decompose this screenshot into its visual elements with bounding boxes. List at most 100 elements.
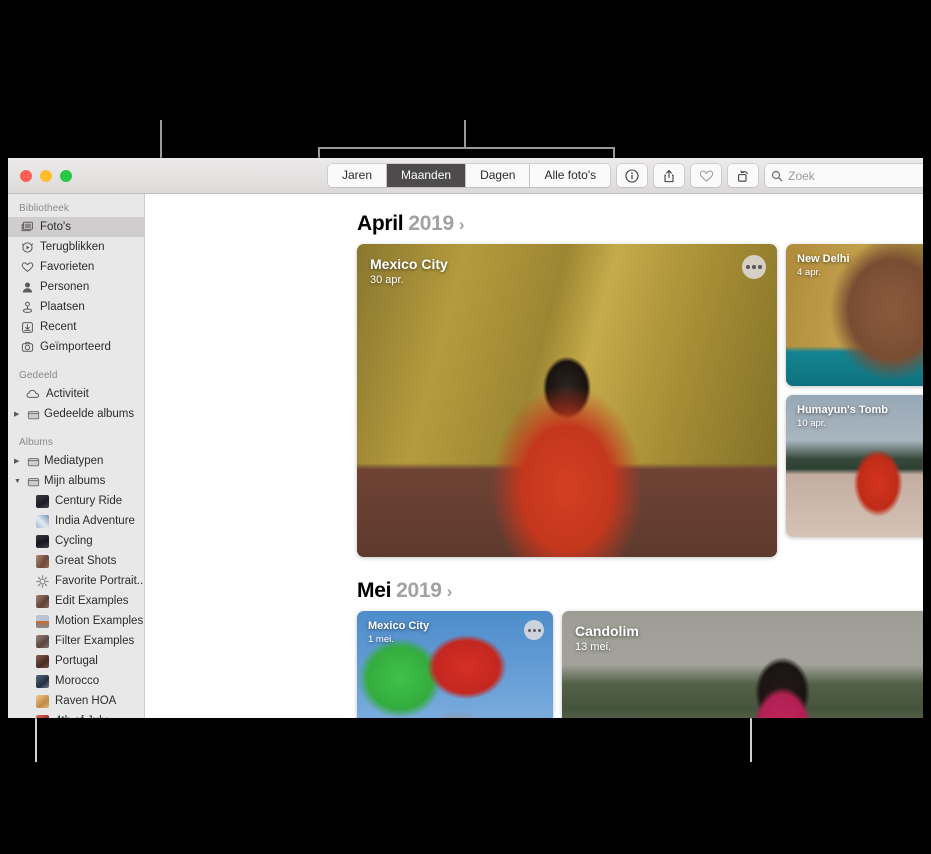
sidebar-item-label: India Adventure: [55, 515, 135, 527]
sidebar-item-plaatsen[interactable]: Plaatsen: [8, 297, 144, 317]
sidebar-item-india-adventure[interactable]: India Adventure: [8, 511, 144, 531]
recent-download-icon: [20, 320, 34, 334]
sidebar-item-great-shots[interactable]: Great Shots: [8, 551, 144, 571]
search-placeholder: Zoek: [788, 168, 815, 183]
sidebar-item-terugblikken[interactable]: Terugblikken: [8, 237, 144, 257]
map-pin-icon: [20, 300, 34, 314]
album-thumbnail: [36, 614, 49, 628]
sidebar-item-mijn-albums[interactable]: ▼ Mijn albums: [8, 471, 144, 491]
sidebar-item-motion-examples[interactable]: Motion Examples: [8, 611, 144, 631]
imported-camera-icon: [20, 340, 34, 354]
sidebar-item-label: Geïmporteerd: [40, 341, 111, 353]
sidebar-item-morocco[interactable]: Morocco: [8, 671, 144, 691]
tab-alle-fotos[interactable]: Alle foto's: [530, 164, 611, 187]
share-button[interactable]: [654, 164, 685, 187]
close-window-button[interactable]: [20, 169, 32, 182]
rotate-button[interactable]: [728, 164, 759, 187]
album-thumbnail: [36, 714, 49, 718]
chevron-down-icon[interactable]: ▼: [14, 478, 22, 485]
chevron-right-icon[interactable]: ▶: [14, 411, 22, 418]
sidebar-item-century-ride[interactable]: Century Ride: [8, 491, 144, 511]
photo-card-date: 4 apr.: [797, 267, 821, 278]
window-body: Bibliotheek Foto's Terugblikken Favoriet…: [8, 194, 923, 718]
sidebar[interactable]: Bibliotheek Foto's Terugblikken Favoriet…: [8, 194, 145, 718]
chevron-right-icon[interactable]: ›: [447, 582, 453, 602]
sidebar-item-label: Mijn albums: [44, 475, 106, 487]
sidebar-item-recent[interactable]: Recent: [8, 317, 144, 337]
window-toolbar: Jaren Maanden Dagen Alle foto's Zoek: [8, 158, 923, 194]
sidebar-item-label: Mediatypen: [44, 455, 104, 467]
sidebar-item-fotos[interactable]: Foto's: [8, 217, 144, 237]
person-icon: [20, 280, 34, 294]
photo-thumbnail: [786, 244, 923, 386]
month-row-mei: Mexico City 1 mei. Candolim 13 mei.: [145, 611, 923, 718]
sidebar-item-favorieten[interactable]: Favorieten: [8, 257, 144, 277]
month-year: 2019: [408, 212, 454, 235]
sidebar-item-edit-examples[interactable]: Edit Examples: [8, 591, 144, 611]
photo-card-title: Mexico City: [368, 620, 430, 632]
photo-card-date: 1 mei.: [368, 634, 394, 645]
more-options-icon[interactable]: [742, 255, 766, 279]
favorite-heart-icon: [699, 170, 713, 182]
sidebar-item-label: Cycling: [55, 535, 93, 547]
album-thumbnail: [36, 494, 49, 508]
chevron-right-icon[interactable]: ▶: [14, 458, 22, 465]
sidebar-item-label: Personen: [40, 281, 90, 293]
photo-card-new-delhi[interactable]: New Delhi 4 apr.: [786, 244, 923, 386]
photo-card-mexico-city-mei[interactable]: Mexico City 1 mei.: [357, 611, 553, 718]
album-thumbnail: [36, 654, 49, 668]
info-button[interactable]: [617, 164, 648, 187]
sidebar-item-gedeelde-albums[interactable]: ▶ Gedeelde albums: [8, 404, 144, 424]
zoom-window-button[interactable]: [60, 169, 72, 182]
month-name: April: [357, 212, 404, 235]
sidebar-item-label: Activiteit: [46, 388, 89, 400]
sidebar-item-activiteit[interactable]: Activiteit: [8, 384, 144, 404]
sidebar-section-header-bibliotheek: Bibliotheek: [19, 203, 70, 214]
sidebar-item-label: Foto's: [40, 221, 71, 233]
sidebar-item-favorite-portrait[interactable]: Favorite Portrait...: [8, 571, 144, 591]
sidebar-item-label: Gedeelde albums: [44, 408, 135, 420]
tab-jaren[interactable]: Jaren: [328, 164, 388, 187]
chevron-right-icon[interactable]: ›: [459, 215, 465, 235]
sidebar-item-label: Edit Examples: [55, 595, 129, 607]
photo-card-title: Humayun's Tomb: [797, 404, 889, 416]
sidebar-item-cycling[interactable]: Cycling: [8, 531, 144, 551]
sidebar-item-filter-examples[interactable]: Filter Examples: [8, 631, 144, 651]
sidebar-item-label: Favorite Portrait...: [55, 575, 145, 587]
minimize-window-button[interactable]: [40, 169, 52, 182]
folder-icon: [26, 454, 40, 468]
traffic-lights: [20, 169, 72, 182]
sidebar-item-raven-hoa[interactable]: Raven HOA: [8, 691, 144, 711]
tab-dagen[interactable]: Dagen: [466, 164, 531, 187]
search-field[interactable]: Zoek: [765, 164, 923, 187]
month-name: Mei: [357, 579, 392, 602]
photos-grid[interactable]: April 2019 › Mexico City 30 apr. New Del…: [145, 194, 923, 718]
view-mode-segmented-control[interactable]: Jaren Maanden Dagen Alle foto's: [328, 164, 611, 187]
month-header-mei[interactable]: Mei 2019 ›: [145, 557, 923, 611]
photo-card-title: New Delhi: [797, 253, 850, 265]
photo-card-candolim[interactable]: Candolim 13 mei.: [562, 611, 923, 718]
sidebar-item-geimporteerd[interactable]: Geïmporteerd: [8, 337, 144, 357]
sidebar-item-portugal[interactable]: Portugal: [8, 651, 144, 671]
memories-play-icon: [20, 240, 34, 254]
sidebar-item-4th-of-july[interactable]: 4th of July: [8, 711, 144, 718]
callout-line-view-modes: [464, 120, 466, 148]
favorite-button[interactable]: [691, 164, 722, 187]
toolbar-controls: Jaren Maanden Dagen Alle foto's Zoek: [328, 164, 923, 187]
photo-card-mexico-city-april[interactable]: Mexico City 30 apr.: [357, 244, 777, 557]
share-icon: [664, 169, 674, 182]
folder-icon: [26, 407, 40, 421]
month-year: 2019: [396, 579, 442, 602]
cloud-icon: [26, 387, 40, 401]
photo-card-humayuns-tomb[interactable]: Humayun's Tomb 10 apr.: [786, 395, 923, 537]
album-thumbnail: [36, 534, 49, 548]
sidebar-item-mediatypen[interactable]: ▶ Mediatypen: [8, 451, 144, 471]
album-thumbnail: [36, 554, 49, 568]
photo-card-column: New Delhi 4 apr. Humayun's Tomb 10 apr.: [786, 244, 923, 557]
month-header-april[interactable]: April 2019 ›: [145, 202, 923, 244]
more-options-icon[interactable]: [524, 620, 544, 640]
sidebar-item-label: Morocco: [55, 675, 100, 687]
sidebar-item-personen[interactable]: Personen: [8, 277, 144, 297]
tab-maanden[interactable]: Maanden: [387, 164, 467, 187]
